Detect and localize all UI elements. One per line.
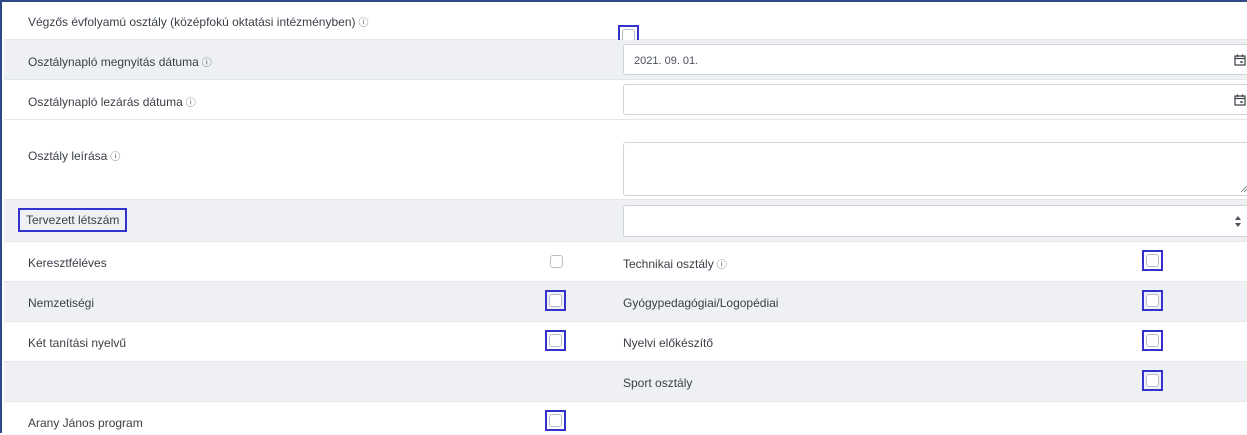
kereszt-label: Keresztféléves xyxy=(28,256,107,270)
ket-checkbox-highlight xyxy=(545,330,566,351)
leiras-label: Osztály leírása ⓘ xyxy=(28,149,121,163)
row-leiras: Osztály leírása ⓘ xyxy=(4,120,1247,200)
tervezett-label-highlight: Tervezett létszám xyxy=(18,208,128,232)
nemzetisegi-label: Nemzetiségi xyxy=(28,296,95,310)
row-megnyitas: Osztálynapló megnyitás dátuma ⓘ 2021. 09.… xyxy=(4,40,1247,80)
nemzetisegi-checkbox-highlight xyxy=(545,290,566,311)
sport-label: Sport osztály xyxy=(623,376,693,390)
calendar-icon[interactable] xyxy=(1234,54,1246,66)
lezaras-date-input[interactable] xyxy=(623,84,1247,115)
technikai-checkbox-highlight xyxy=(1142,250,1163,271)
row-kereszt: Keresztféléves Technikai osztály ⓘ xyxy=(4,242,1247,282)
calendar-icon[interactable] xyxy=(1234,94,1246,106)
technikai-label: Technikai osztály ⓘ xyxy=(623,257,727,271)
sport-checkbox-highlight xyxy=(1142,370,1163,391)
leiras-textarea[interactable] xyxy=(623,142,1247,196)
sport-checkbox[interactable] xyxy=(1146,374,1159,387)
arany-label: Arany János program xyxy=(28,416,143,430)
info-icon: ⓘ xyxy=(716,260,727,271)
megnyitas-date-input[interactable]: 2021. 09. 01. xyxy=(623,44,1247,75)
row-lezaras: Osztálynapló lezárás dátuma ⓘ xyxy=(4,80,1247,120)
row-nemzetisegi: Nemzetiségi Gyógypedagógiai/Logopédiai xyxy=(4,282,1247,322)
arany-checkbox-highlight xyxy=(545,410,566,431)
gyogy-checkbox-highlight xyxy=(1142,290,1163,311)
spinner-icon[interactable] xyxy=(1234,215,1242,228)
resize-handle-icon[interactable] xyxy=(1240,185,1247,193)
gyogy-label: Gyógypedagógiai/Logopédiai xyxy=(623,296,779,310)
info-icon: ⓘ xyxy=(358,18,369,29)
row-sport: Sport osztály xyxy=(4,362,1247,402)
nemzetisegi-checkbox[interactable] xyxy=(549,294,562,307)
megnyitas-label: Osztálynapló megnyitás dátuma ⓘ xyxy=(28,55,212,69)
row-vegzos: Végzős évfolyamú osztály (középfokú okta… xyxy=(4,2,1247,46)
row-arany: Arany János program xyxy=(4,402,1247,435)
technikai-checkbox[interactable] xyxy=(1146,254,1159,267)
ket-label: Két tanítási nyelvű xyxy=(28,336,127,350)
info-icon: ⓘ xyxy=(185,98,196,109)
info-icon: ⓘ xyxy=(201,58,212,69)
form-frame: Végzős évfolyamú osztály (középfokú okta… xyxy=(0,0,1247,433)
vegzos-label: Végzős évfolyamú osztály (középfokú okta… xyxy=(28,15,369,29)
kereszt-checkbox[interactable] xyxy=(550,255,563,268)
tervezett-label: Tervezett létszám xyxy=(26,213,120,227)
ket-checkbox[interactable] xyxy=(549,334,562,347)
tervezett-number-input[interactable] xyxy=(623,205,1247,237)
arany-checkbox[interactable] xyxy=(549,414,562,427)
gyogy-checkbox[interactable] xyxy=(1146,294,1159,307)
lezaras-label: Osztálynapló lezárás dátuma ⓘ xyxy=(28,95,196,109)
nyelvi-checkbox[interactable] xyxy=(1146,334,1159,347)
nyelvi-label: Nyelvi előkészítő xyxy=(623,336,714,350)
nyelvi-checkbox-highlight xyxy=(1142,330,1163,351)
row-ket-tanitasi: Két tanítási nyelvű Nyelvi előkészítő xyxy=(4,322,1247,362)
info-icon: ⓘ xyxy=(110,152,121,163)
